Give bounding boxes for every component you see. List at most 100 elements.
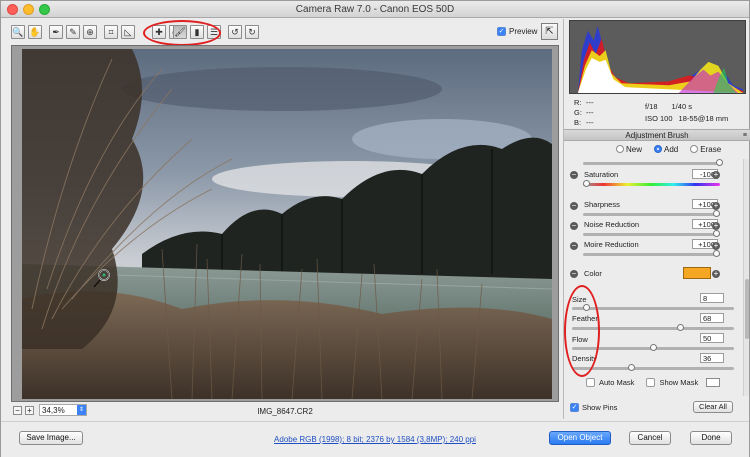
- preview-checkbox[interactable]: ✓: [497, 27, 506, 36]
- brush-mode-group: New Add Erase: [616, 145, 721, 154]
- hand-tool-icon[interactable]: ✋: [28, 25, 42, 39]
- show-pins-toggle[interactable]: ✓ Show Pins: [570, 403, 617, 412]
- g-value: ---: [586, 108, 594, 117]
- crop-tool-icon[interactable]: ⌗: [104, 25, 118, 39]
- auto-mask-checkbox[interactable]: [586, 378, 595, 387]
- color-plus-icon[interactable]: +: [712, 270, 720, 278]
- sharpness-slider[interactable]: [583, 210, 720, 217]
- color-label: Color: [584, 269, 602, 278]
- image-filename: IMG_8647.CR2: [257, 407, 313, 416]
- size-thumb[interactable]: [583, 304, 590, 311]
- moire-reduction-slider[interactable]: [583, 250, 720, 257]
- saturation-thumb[interactable]: [583, 180, 590, 187]
- graduated-filter-tool-icon[interactable]: ▮: [190, 25, 204, 39]
- zoom-tool-icon[interactable]: 🔍: [11, 25, 25, 39]
- done-button[interactable]: Done: [690, 431, 732, 445]
- saturation-minus-icon[interactable]: −: [570, 171, 578, 179]
- mode-erase-label: Erase: [700, 145, 722, 154]
- targeted-adjustment-tool-icon[interactable]: ⊕: [83, 25, 97, 39]
- color-minus-icon[interactable]: −: [570, 270, 578, 278]
- mode-add-radio[interactable]: [654, 145, 663, 153]
- show-mask-checkbox[interactable]: [646, 378, 656, 387]
- moire-reduction-minus-icon[interactable]: −: [570, 242, 578, 250]
- open-object-button[interactable]: Open Object: [549, 431, 611, 445]
- clear-all-button[interactable]: Clear All: [693, 401, 733, 413]
- mask-color-swatch[interactable]: [706, 378, 721, 387]
- spot-removal-tool-icon[interactable]: ✚: [152, 25, 166, 39]
- flow-thumb[interactable]: [650, 344, 657, 351]
- saturation-plus-icon[interactable]: +: [712, 171, 720, 179]
- straighten-tool-icon[interactable]: ◺: [121, 25, 135, 39]
- iso: ISO 100: [645, 114, 673, 123]
- density-label: Density: [572, 354, 598, 363]
- mode-new[interactable]: New: [616, 145, 642, 154]
- adjustment-brush-tool-icon[interactable]: 🖌: [173, 25, 187, 39]
- moire-reduction-plus-icon[interactable]: +: [712, 242, 720, 250]
- preview-toggle[interactable]: ✓ Preview: [497, 27, 537, 36]
- histogram: [569, 20, 746, 94]
- mode-new-radio[interactable]: [616, 145, 624, 153]
- panel-scrollbar-thumb[interactable]: [745, 279, 749, 339]
- show-pins-label: Show Pins: [582, 403, 618, 412]
- feather-label: Feather: [572, 314, 598, 323]
- histogram-graph: [570, 21, 745, 93]
- right-panel: R: --- G: --- B: --- f/18 1/40 s ISO 100 18-5…: [563, 19, 750, 419]
- sharpness-plus-icon[interactable]: +: [712, 202, 720, 210]
- panel-scrollbar[interactable]: [743, 159, 749, 396]
- color-sampler-tool-icon[interactable]: ✎: [66, 25, 80, 39]
- panel-menu-icon[interactable]: ≡: [743, 130, 747, 141]
- noise-reduction-thumb[interactable]: [713, 230, 720, 237]
- moire-reduction-thumb[interactable]: [713, 250, 720, 257]
- feather-value[interactable]: 68: [700, 313, 724, 323]
- mode-erase[interactable]: Erase: [690, 145, 721, 154]
- saturation-label: Saturation: [584, 170, 619, 179]
- flow-value[interactable]: 50: [700, 333, 724, 343]
- lens: 18-55@18 mm: [678, 114, 729, 123]
- saturation-slider[interactable]: [583, 180, 720, 187]
- image-canvas[interactable]: [11, 45, 559, 402]
- shutter-speed: 1/40 s: [671, 102, 692, 111]
- noise-reduction-minus-icon[interactable]: −: [570, 222, 578, 230]
- b-value: ---: [586, 118, 594, 127]
- panel-header: Adjustment Brush ≡: [564, 129, 750, 141]
- cancel-button[interactable]: Cancel: [629, 431, 671, 445]
- mode-add[interactable]: Add: [654, 145, 678, 154]
- size-value[interactable]: 8: [700, 293, 724, 303]
- density-thumb[interactable]: [628, 364, 635, 371]
- feather-slider[interactable]: [572, 324, 734, 331]
- r-label: R:: [574, 98, 582, 107]
- moire-reduction-label: Moire Reduction: [584, 240, 639, 249]
- slider-thumb[interactable]: [716, 159, 723, 166]
- exif-info: f/18 1/40 s ISO 100 18-55@18 mm: [645, 101, 728, 125]
- brush-settings-scroll[interactable]: − Saturation -100 + − Sharpness +100 + −…: [564, 159, 744, 396]
- auto-mask-label: Auto Mask: [599, 378, 635, 387]
- show-mask-label: Show Mask: [659, 378, 699, 387]
- sharpness-minus-icon[interactable]: −: [570, 202, 578, 210]
- canvas-status-strip: − + 34,3% ⇕ IMG_8647.CR2: [11, 403, 559, 419]
- r-value: ---: [586, 98, 594, 107]
- preferences-icon[interactable]: ☰: [207, 25, 221, 39]
- density-value[interactable]: 36: [700, 353, 724, 363]
- white-balance-tool-icon[interactable]: ✒: [49, 25, 63, 39]
- fullscreen-toggle-icon[interactable]: ⇱: [541, 23, 558, 40]
- noise-reduction-slider[interactable]: [583, 230, 720, 237]
- feather-thumb[interactable]: [677, 324, 684, 331]
- bottom-bar: Save Image... Adobe RGB (1998); 8 bit; 2…: [1, 421, 749, 457]
- sharpness-label: Sharpness: [584, 200, 620, 209]
- rotate-left-icon[interactable]: ↺: [228, 25, 242, 39]
- mode-add-label: Add: [664, 145, 679, 154]
- flow-slider[interactable]: [572, 344, 734, 351]
- rotate-right-icon[interactable]: ↻: [245, 25, 259, 39]
- noise-reduction-plus-icon[interactable]: +: [712, 222, 720, 230]
- show-pins-checkbox[interactable]: ✓: [570, 403, 579, 412]
- noise-reduction-label: Noise Reduction: [584, 220, 640, 229]
- mode-erase-radio[interactable]: [690, 145, 699, 153]
- sharpness-thumb[interactable]: [713, 210, 720, 217]
- previous-slider-track[interactable]: [583, 159, 723, 166]
- window-title: Camera Raw 7.0 - Canon EOS 50D: [295, 4, 455, 15]
- density-slider[interactable]: [572, 364, 734, 371]
- color-swatch[interactable]: [683, 267, 711, 279]
- pixel-readout: R: --- G: --- B: --- f/18 1/40 s ISO 100 18-5…: [569, 97, 746, 130]
- size-slider[interactable]: [572, 304, 734, 311]
- photo-preview[interactable]: [22, 49, 552, 399]
